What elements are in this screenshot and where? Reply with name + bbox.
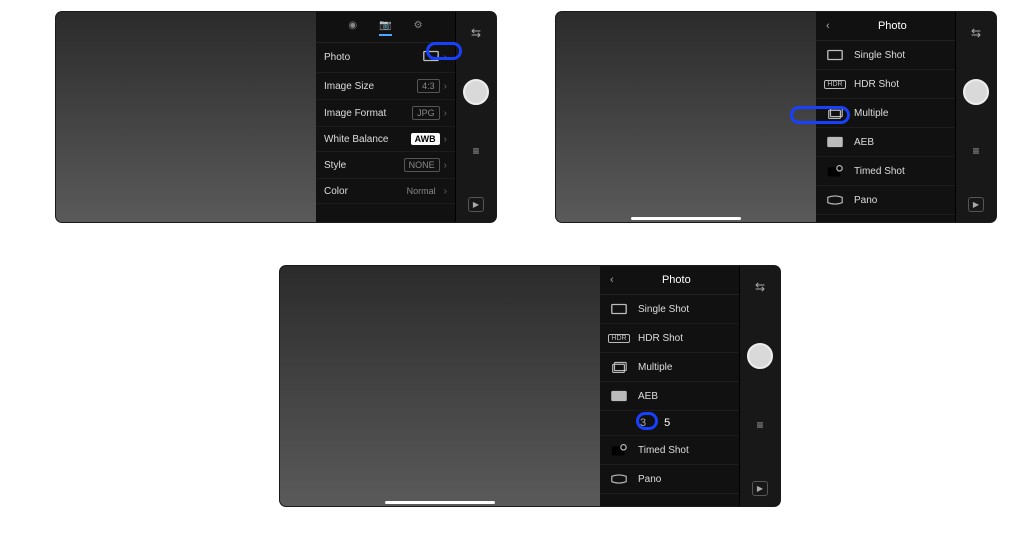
home-indicator — [385, 501, 495, 504]
chevron-right-icon: › — [444, 186, 447, 197]
multiple-icon — [610, 360, 628, 374]
mode-aeb[interactable]: AEB — [600, 382, 739, 411]
single-shot-icon — [422, 49, 440, 66]
shutter-button[interactable] — [747, 343, 773, 369]
mode-timed-shot[interactable]: Timed Shot — [816, 157, 955, 186]
tab-exposure[interactable]: ◉ — [348, 20, 357, 36]
switch-camera-icon[interactable]: ⇆ — [471, 26, 481, 40]
white-balance-label: White Balance — [324, 134, 388, 145]
mode-label: Pano — [638, 474, 661, 485]
shutter-button[interactable] — [963, 79, 989, 105]
camera-viewport[interactable] — [56, 12, 316, 222]
image-format-value: JPG — [412, 106, 440, 120]
panel-title: Photo — [840, 20, 945, 32]
image-size-label: Image Size — [324, 81, 374, 92]
mode-label: Single Shot — [854, 50, 905, 61]
color-value: Normal — [403, 185, 440, 197]
chevron-right-icon: › — [444, 134, 447, 145]
camera-viewport[interactable] — [556, 12, 816, 222]
style-value: NONE — [404, 158, 440, 172]
chevron-right-icon: › — [444, 81, 447, 92]
switch-camera-icon[interactable]: ⇆ — [755, 280, 765, 294]
white-balance-value: AWB — [411, 133, 440, 145]
hdr-icon: HDR — [610, 331, 628, 345]
screenshot-2: ‹ Photo Single Shot HDR HDR Shot Multipl… — [556, 12, 996, 222]
image-format-label: Image Format — [324, 108, 386, 119]
shutter-button[interactable] — [463, 79, 489, 105]
mode-label: HDR Shot — [638, 333, 683, 344]
right-side-column: ⇆ ≡ ▶ — [740, 266, 780, 506]
image-size-value: 4:3 — [417, 79, 440, 93]
mode-label: Multiple — [638, 362, 672, 373]
style-label: Style — [324, 160, 346, 171]
photo-mode-panel: ‹ Photo Single Shot HDR HDR Shot Multipl… — [816, 12, 956, 222]
aeb-icon — [826, 135, 844, 149]
mode-multiple[interactable]: Multiple — [816, 99, 955, 128]
back-icon[interactable]: ‹ — [610, 274, 614, 286]
mode-single-shot[interactable]: Single Shot — [600, 295, 739, 324]
aeb-option-5[interactable]: 5 — [664, 417, 670, 429]
playback-button[interactable]: ▶ — [968, 197, 984, 212]
mode-timed-shot[interactable]: Timed Shot — [600, 436, 739, 465]
screenshot-1: ◉ 📷 ⚙ Photo › Image Size 4:3 › Image For… — [56, 12, 496, 222]
mode-pano[interactable]: Pano — [816, 186, 955, 215]
mode-hdr-shot[interactable]: HDR HDR Shot — [816, 70, 955, 99]
mode-label: Timed Shot — [638, 445, 689, 456]
sliders-icon[interactable]: ≡ — [472, 144, 479, 158]
aeb-option-3[interactable]: 3 — [640, 417, 646, 429]
row-white-balance[interactable]: White Balance AWB › — [316, 127, 455, 152]
aeb-options: 3 5 — [600, 411, 739, 436]
playback-button[interactable]: ▶ — [468, 197, 484, 212]
right-side-column: ⇆ ≡ ▶ — [956, 12, 996, 222]
mode-pano[interactable]: Pano — [600, 465, 739, 494]
timed-shot-icon — [826, 164, 844, 178]
tab-camera[interactable]: 📷 — [379, 20, 391, 36]
color-label: Color — [324, 186, 348, 197]
panel-header: ‹ Photo — [600, 266, 739, 295]
mode-label: Multiple — [854, 108, 888, 119]
multiple-icon — [826, 106, 844, 120]
mode-label: AEB — [638, 391, 658, 402]
mode-label: Pano — [854, 195, 877, 206]
photo-mode-panel: ‹ Photo Single Shot HDR HDR Shot Multipl… — [600, 266, 740, 506]
mode-hdr-shot[interactable]: HDR HDR Shot — [600, 324, 739, 353]
chevron-right-icon: › — [444, 52, 447, 63]
row-color[interactable]: Color Normal › — [316, 179, 455, 204]
playback-button[interactable]: ▶ — [752, 481, 768, 496]
row-style[interactable]: Style NONE › — [316, 152, 455, 179]
panel-header: ‹ Photo — [816, 12, 955, 41]
mode-label: Single Shot — [638, 304, 689, 315]
hdr-icon: HDR — [826, 77, 844, 91]
row-image-format[interactable]: Image Format JPG › — [316, 100, 455, 127]
sliders-icon[interactable]: ≡ — [756, 418, 763, 432]
switch-camera-icon[interactable]: ⇆ — [971, 26, 981, 40]
mode-label: AEB — [854, 137, 874, 148]
row-photo[interactable]: Photo › — [316, 43, 455, 73]
chevron-right-icon: › — [444, 108, 447, 119]
timed-shot-icon — [610, 443, 628, 457]
single-shot-icon — [826, 48, 844, 62]
mode-single-shot[interactable]: Single Shot — [816, 41, 955, 70]
mode-multiple[interactable]: Multiple — [600, 353, 739, 382]
single-shot-icon — [610, 302, 628, 316]
pano-icon — [826, 193, 844, 207]
right-side-column: ⇆ ≡ ▶ — [456, 12, 496, 222]
home-indicator — [631, 217, 741, 220]
tab-settings[interactable]: ⚙ — [414, 20, 423, 36]
mode-label: HDR Shot — [854, 79, 899, 90]
panel-tabs: ◉ 📷 ⚙ — [316, 12, 455, 43]
camera-settings-panel: ◉ 📷 ⚙ Photo › Image Size 4:3 › Image For… — [316, 12, 456, 222]
mode-aeb[interactable]: AEB — [816, 128, 955, 157]
sliders-icon[interactable]: ≡ — [972, 144, 979, 158]
camera-viewport[interactable] — [280, 266, 600, 506]
pano-icon — [610, 472, 628, 486]
panel-title: Photo — [624, 274, 729, 286]
photo-label: Photo — [324, 52, 350, 63]
back-icon[interactable]: ‹ — [826, 20, 830, 32]
row-image-size[interactable]: Image Size 4:3 › — [316, 73, 455, 100]
mode-label: Timed Shot — [854, 166, 905, 177]
chevron-right-icon: › — [444, 160, 447, 171]
aeb-icon — [610, 389, 628, 403]
screenshot-3: ‹ Photo Single Shot HDR HDR Shot Multipl… — [280, 266, 780, 506]
